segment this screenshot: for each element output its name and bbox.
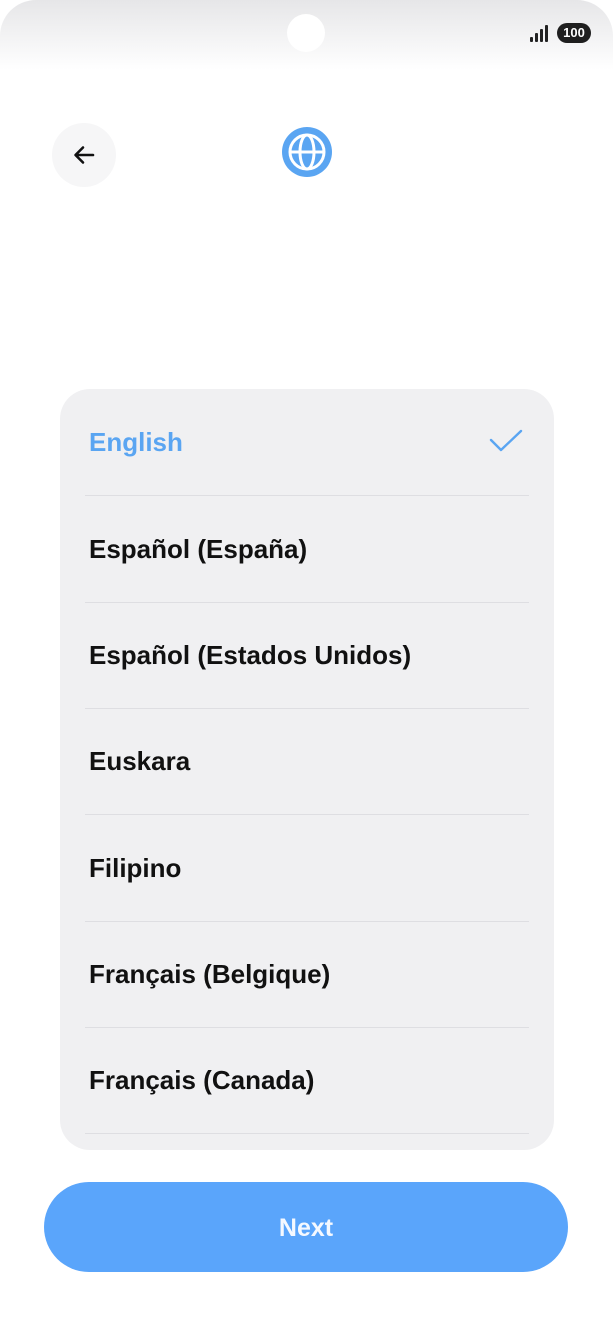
language-label: Euskara [89,746,191,776]
status-bar: 100 [0,0,613,70]
language-label: Français (Belgique) [89,959,331,989]
language-item-francais-canada[interactable]: Français (Canada) [85,1027,529,1134]
language-item-english[interactable]: English [85,389,529,496]
next-button[interactable]: Next [44,1182,568,1272]
arrow-left-icon [74,146,95,164]
language-item-filipino[interactable]: Filipino [85,815,529,922]
language-item-espanol-espana[interactable]: Español (España) [85,496,529,603]
signal-bars-icon [530,25,550,42]
language-label: Français (Canada) [89,1065,315,1095]
language-item-euskara[interactable]: Euskara [85,708,529,815]
globe-icon [282,127,332,177]
language-label: Español (Estados Unidos) [89,640,412,670]
checkmark-icon [489,429,523,452]
language-label: English [89,427,183,457]
camera-cutout [287,14,325,52]
language-item-francais-belgique[interactable]: Français (Belgique) [85,921,529,1028]
language-label: Español (España) [89,534,308,564]
language-list: English Español (España) Español (Estado… [60,389,554,1150]
battery-indicator: 100 [557,23,591,43]
language-label: Filipino [89,853,182,883]
language-item-espanol-estados-unidos[interactable]: Español (Estados Unidos) [85,602,529,709]
back-button[interactable] [52,123,116,187]
